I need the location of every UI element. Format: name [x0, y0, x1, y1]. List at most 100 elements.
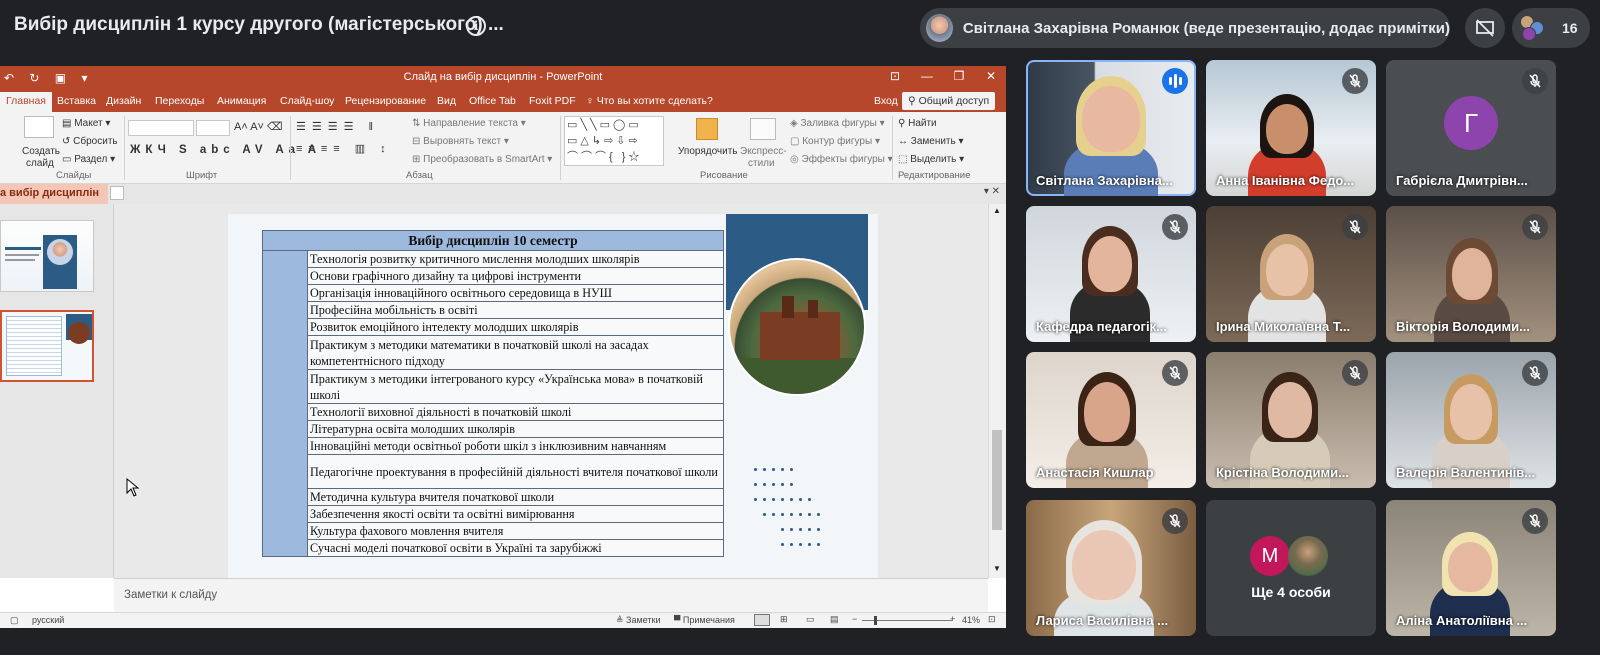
proofing-icon[interactable]: ▢ — [10, 615, 19, 626]
more-participants-tile[interactable]: M Ще 4 особи — [1206, 500, 1376, 636]
layout-button[interactable]: ▤ Макет ▾ — [62, 118, 110, 129]
presenter-chip[interactable]: Світлана Захарівна Романюк (веде презент… — [920, 8, 1450, 48]
font-size-buttons[interactable]: A˄ A˅ ⌫ — [234, 120, 283, 133]
scroll-thumb[interactable] — [992, 430, 1002, 530]
tab-office-tab[interactable]: Office Tab — [469, 95, 516, 107]
normal-view-icon[interactable] — [754, 614, 770, 626]
participant-tile[interactable]: Валерія Валентинів... — [1386, 352, 1556, 488]
participant-name: Світлана Захарівна... — [1036, 173, 1173, 188]
table-row: Літературна освіта молодших школярів — [263, 420, 724, 438]
sorter-view-icon[interactable]: ⊞ — [780, 614, 788, 625]
shape-outline-button[interactable]: ▢ Контур фигуры ▾ — [790, 136, 880, 147]
find-label: Найти — [908, 118, 937, 129]
smartart-button[interactable]: ⊞ Преобразовать в SmartArt ▾ — [412, 154, 552, 165]
thumb-portrait — [47, 239, 73, 265]
shapes-gallery[interactable]: ▭╲╲▭◯▭ ▭△↳⇨⇩⇨ ⌒⌒⌒{ }☆ — [564, 116, 664, 166]
participant-tile[interactable]: Світлана Захарівна... — [1026, 60, 1196, 196]
stop-presenting-button[interactable] — [1465, 8, 1505, 48]
participants-button[interactable]: 16 — [1512, 8, 1590, 48]
slideshow-view-icon[interactable]: ▤ — [830, 614, 839, 625]
select-button[interactable]: ⬚ Выделить ▾ — [898, 154, 964, 165]
participant-face — [1448, 542, 1492, 592]
participant-tile[interactable]: Кафедра педагогік... — [1026, 206, 1196, 342]
section-button[interactable]: ▭ Раздел ▾ — [62, 154, 115, 165]
login-link[interactable]: Вход — [874, 95, 898, 107]
slide-thumbnail-2[interactable] — [0, 310, 94, 382]
tab-design[interactable]: Дизайн — [106, 95, 141, 107]
notes-toggle[interactable]: ≜ Заметки — [616, 615, 660, 626]
participant-tile[interactable]: Лариса Василівна ... — [1026, 500, 1196, 636]
ribbon-display-icon[interactable]: ⊡ — [886, 69, 904, 83]
tab-bar-controls[interactable]: ▾ ✕ — [984, 186, 1000, 197]
language-indicator[interactable]: русский — [32, 615, 64, 625]
participant-tile[interactable]: Анастасія Кишлар — [1026, 352, 1196, 488]
notes-pane[interactable]: Заметки к слайду — [114, 578, 988, 612]
tab-home[interactable]: Главная — [0, 92, 52, 112]
arrange-icon[interactable] — [696, 118, 718, 140]
zoom-out-icon[interactable]: − — [852, 614, 857, 624]
tab-insert[interactable]: Вставка — [57, 95, 96, 107]
tab-foxit-pdf[interactable]: Foxit PDF — [529, 95, 576, 107]
font-name-box[interactable] — [128, 120, 194, 136]
share-button[interactable]: ⚲ Общий доступ — [902, 92, 996, 110]
share-label: Общий доступ — [918, 95, 990, 107]
participant-tile[interactable]: Вікторія Володими... — [1386, 206, 1556, 342]
tab-review[interactable]: Рецензирование — [345, 95, 426, 107]
font-style-buttons[interactable]: ЖКЧ S abc AV Aa A — [130, 144, 321, 156]
participant-tile[interactable]: Аліна Анатоліївна ... — [1386, 500, 1556, 636]
document-tab[interactable]: а вибір дисциплін — [0, 184, 108, 204]
participant-face — [1088, 236, 1132, 292]
scroll-down-icon[interactable]: ▼ — [993, 564, 1001, 573]
comments-toggle[interactable]: ▀ Примечания — [674, 615, 735, 625]
participant-name: Аліна Анатоліївна ... — [1396, 613, 1528, 628]
restore-icon[interactable]: ❐ — [950, 69, 968, 83]
font-size-box[interactable] — [196, 120, 230, 136]
audio-level-bar — [1179, 77, 1182, 85]
reading-view-icon[interactable]: ▭ — [806, 614, 815, 625]
table-row: Професійна мобільність в освіті — [263, 301, 724, 319]
tell-me-search[interactable]: ♀ Что вы хотите сделать? — [586, 95, 713, 107]
find-button[interactable]: ⚲ Найти — [898, 118, 937, 129]
info-icon[interactable]: i — [466, 16, 486, 36]
tab-slideshow[interactable]: Слайд-шоу — [280, 95, 334, 107]
fit-slide-icon[interactable]: ⊡ — [988, 614, 996, 625]
text-direction-button[interactable]: ⇅ Направление текста ▾ — [412, 118, 526, 129]
list-buttons[interactable]: ☰☰☰☰ ‖ — [296, 120, 379, 133]
participant-tile[interactable]: Анна Іванівна Федо... — [1206, 60, 1376, 196]
new-slide-icon[interactable] — [24, 116, 54, 138]
shape-effects-button[interactable]: ◎ Эффекты фигуры ▾ — [790, 154, 893, 165]
scroll-up-icon[interactable]: ▲ — [993, 206, 1001, 215]
zoom-level[interactable]: 41% — [962, 615, 980, 625]
tab-view[interactable]: Вид — [437, 95, 456, 107]
new-tab-button[interactable] — [110, 186, 124, 200]
align-text-button[interactable]: ⊟ Выровнять текст ▾ — [412, 136, 509, 147]
close-icon[interactable]: ✕ — [982, 69, 1000, 83]
current-slide[interactable]: Вибір дисциплін 10 семестр Технологія ро… — [228, 214, 878, 578]
quick-styles-label: стили — [748, 158, 775, 169]
new-slide-button[interactable]: Создать — [22, 146, 60, 157]
align-buttons[interactable]: ≡≡≡≡ ▥ ↕ — [296, 142, 392, 155]
reset-button[interactable]: ↺ Сбросить — [62, 136, 118, 147]
decorative-dot — [799, 528, 802, 531]
table-row: Інноваційні методи освітньої роботи шкіл… — [263, 437, 724, 455]
vertical-scrollbar[interactable]: ▲ ▼ — [988, 204, 1006, 578]
discipline-item: Професійна мобільність в освіті — [307, 301, 724, 319]
arrange-button[interactable]: Упорядочить — [678, 146, 738, 157]
quick-styles-button[interactable]: Экспресс- — [740, 146, 787, 157]
decorative-dot — [754, 468, 757, 471]
zoom-slider-thumb[interactable] — [874, 616, 877, 625]
tab-animations[interactable]: Анимация — [217, 95, 266, 107]
slide-thumbnail-1[interactable] — [0, 220, 94, 292]
participant-tile[interactable]: Г Габрієла Дмитрівн... — [1386, 60, 1556, 196]
zoom-in-icon[interactable]: + — [950, 614, 955, 624]
quick-styles-icon[interactable] — [750, 118, 776, 140]
participant-tile[interactable]: Ірина Миколаївна Т... — [1206, 206, 1376, 342]
office-tab-bar: а вибір дисциплін ▾ ✕ — [0, 184, 1006, 204]
minimize-icon[interactable]: — — [918, 69, 936, 83]
participant-tile[interactable]: Крістіна Володими... — [1206, 352, 1376, 488]
table-row: Методична культура вчителя початкової шк… — [263, 488, 724, 506]
replace-button[interactable]: ↔ Заменить ▾ — [898, 136, 964, 147]
tab-transitions[interactable]: Переходы — [155, 95, 204, 107]
shape-fill-button[interactable]: ◈ Заливка фигуры ▾ — [790, 118, 885, 129]
more-avatars: M — [1250, 536, 1340, 576]
